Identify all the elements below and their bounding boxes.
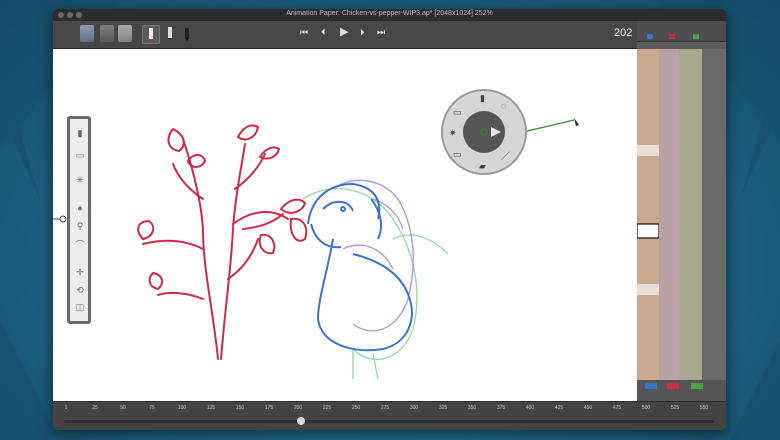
- timeline-tick: 250: [351, 405, 361, 411]
- timeline-tick: 450: [583, 405, 593, 411]
- wheel-pencil-icon[interactable]: ▮: [480, 93, 485, 104]
- sheet-header: [637, 21, 726, 42]
- timeline-tick: 550: [699, 405, 709, 411]
- timeline-tick: 125: [206, 405, 216, 411]
- timeline-tick: 325: [438, 405, 448, 411]
- playhead-knob[interactable]: [296, 417, 305, 425]
- curve-icon[interactable]: ⌒: [74, 239, 86, 251]
- pencil-tool-icon[interactable]: ▮: [74, 127, 86, 139]
- wheel-light-icon[interactable]: ✷: [449, 128, 457, 139]
- timeline-tick: 525: [670, 405, 680, 411]
- timeline-tick: 1: [64, 405, 68, 411]
- sheet-column-blue[interactable]: [636, 49, 660, 380]
- pencil-dark-icon[interactable]: [180, 25, 194, 42]
- tool-wheel[interactable]: ▮ ◌ ▭ ✷ ▭ ▰ ／: [441, 89, 527, 175]
- sketch-drawing: [137, 118, 579, 380]
- sheet-footer: [637, 380, 726, 401]
- panel-anchor-icon[interactable]: [53, 214, 67, 224]
- main-toolbar: ⏮ ⏴ ▶ ⏵ ⏭ 202: [53, 21, 726, 49]
- color-dot-icon[interactable]: ●: [74, 202, 86, 214]
- drawing-canvas[interactable]: [53, 49, 637, 401]
- timeline-tick: 475: [612, 405, 622, 411]
- timeline-tick: 100: [177, 405, 187, 411]
- pepper-plant-sketch: [137, 124, 308, 360]
- window-title: Animation Paper: Chicken-vs-pepper-WIP3.…: [286, 10, 493, 17]
- paper-stack-icon[interactable]: [100, 25, 114, 42]
- title-bar: Animation Paper: Chicken-vs-pepper-WIP3.…: [53, 9, 726, 21]
- wheel-bucket-icon[interactable]: ◌: [501, 101, 506, 111]
- timeline-tick: 400: [525, 405, 535, 411]
- next-frame-button[interactable]: ⏵: [360, 27, 365, 38]
- timeline-tick: 225: [322, 405, 332, 411]
- pencil-red-icon[interactable]: [142, 25, 160, 44]
- paper-3d-icon[interactable]: [80, 25, 94, 42]
- wheel-rect-icon[interactable]: ▭: [453, 107, 462, 118]
- exposure-sheet[interactable]: [636, 21, 726, 401]
- timeline-tick: 50: [120, 405, 126, 411]
- timeline-tick: 425: [554, 405, 564, 411]
- paper-sheet-icon[interactable]: [118, 25, 132, 42]
- timeline-tick: 200: [293, 405, 303, 411]
- timeline-tick: 300: [409, 405, 419, 411]
- mouse-cursor-icon: [574, 118, 579, 126]
- previous-frame-button[interactable]: ⏴: [321, 27, 326, 38]
- light-table-icon[interactable]: ✳: [74, 174, 86, 186]
- wheel-paper-icon[interactable]: ▭: [453, 149, 462, 160]
- timeline-tick: 375: [496, 405, 506, 411]
- timeline-tick: 150: [235, 405, 245, 411]
- timeline-tick: 75: [149, 405, 155, 411]
- sheet-column-green[interactable]: [679, 49, 702, 380]
- move-icon[interactable]: ✛: [74, 266, 86, 278]
- timeline-tick: 25: [92, 405, 98, 411]
- last-frame-button[interactable]: ⏭: [377, 27, 385, 38]
- first-frame-button[interactable]: ⏮: [300, 27, 308, 38]
- timeline-tick: 275: [380, 405, 390, 411]
- frame-counter: 202: [614, 27, 633, 39]
- timeline-tick: 175: [264, 405, 274, 411]
- play-button[interactable]: ▶: [340, 25, 348, 38]
- sheet-column-empty[interactable]: [702, 49, 726, 380]
- tool-panel: ▮ ▭ ✳ ● ⚲ ⌒ ✛ ⟲ ◫: [67, 116, 91, 324]
- wheel-center[interactable]: [463, 111, 505, 153]
- timeline-tick: 500: [641, 405, 651, 411]
- rotate-icon[interactable]: ⟲: [74, 284, 86, 296]
- timeline[interactable]: 1 25 50 75 100 125 150 175 200 225 250 2…: [53, 401, 726, 430]
- sheet-column-red[interactable]: [659, 49, 679, 380]
- pencil-blue-icon[interactable]: [163, 25, 177, 42]
- timeline-tick: 350: [467, 405, 477, 411]
- timeline-scrubber[interactable]: [64, 417, 714, 425]
- eraser-tool-icon[interactable]: ▭: [74, 149, 86, 161]
- zoom-icon[interactable]: ⚲: [74, 220, 86, 232]
- wheel-eraser-icon[interactable]: ▰: [479, 161, 486, 172]
- app-window: Animation Paper: Chicken-vs-pepper-WIP3.…: [53, 9, 726, 430]
- chicken-blue-sketch: [307, 182, 413, 352]
- onion-skin-icon[interactable]: ◫: [74, 301, 86, 313]
